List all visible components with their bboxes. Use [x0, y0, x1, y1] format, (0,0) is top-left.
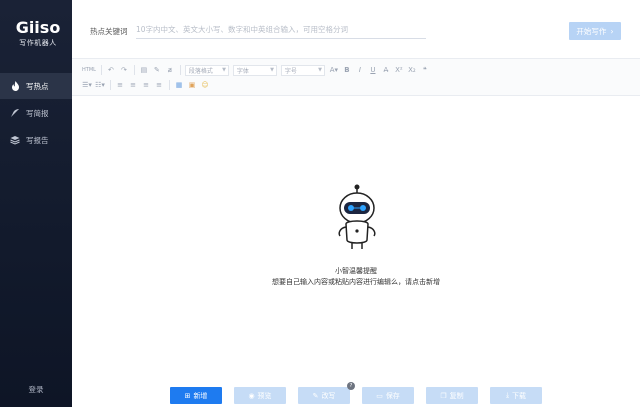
align-right-icon[interactable]: ≡ — [141, 79, 151, 91]
sidebar: Giiso 写作机器人 写热点 写简报 写报告 登录 — [0, 0, 72, 407]
align-center-icon[interactable]: ≡ — [128, 79, 138, 91]
logo-subtitle: 写作机器人 — [19, 39, 57, 47]
font-color-icon[interactable]: A▾ — [329, 64, 339, 76]
feather-icon — [10, 108, 20, 118]
dropdown-arrow-icon: ▼ — [270, 67, 274, 73]
download-icon: ⤓ — [505, 391, 510, 399]
dropdown-arrow-icon: ▼ — [318, 67, 322, 73]
save-icon: ▭ — [376, 391, 383, 400]
underline-icon[interactable]: U — [368, 64, 378, 76]
new-button[interactable]: ⊞ 新增 — [170, 387, 222, 404]
empty-state-title: 小智温馨提醒 — [335, 267, 377, 275]
rewrite-button-label: 改写 — [321, 391, 336, 400]
layers-icon — [10, 135, 20, 145]
copy-button[interactable]: ❐ 复制 — [426, 387, 478, 404]
toolbar-divider — [169, 80, 170, 90]
logo-text: Giiso — [15, 18, 61, 37]
toolbar-divider — [110, 80, 111, 90]
bold-icon[interactable]: B — [342, 64, 352, 76]
paragraph-format-value: 段落格式 — [188, 67, 213, 75]
font-family-select[interactable]: 字体 ▼ — [232, 64, 277, 76]
paste-icon[interactable]: ▤ — [139, 64, 149, 76]
eye-icon: ◉ — [248, 391, 255, 400]
flame-icon — [10, 81, 20, 91]
empty-state-message: 想要自己输入内容或粘贴内容进行编辑么，请点击新增 — [272, 278, 440, 286]
dropdown-arrow-icon: ▼ — [222, 67, 226, 73]
redo-icon[interactable]: ↷ — [119, 64, 129, 76]
start-writing-label: 开始写作 — [576, 26, 607, 36]
sidebar-item-label: 写热点 — [26, 81, 49, 91]
logo[interactable]: Giiso 写作机器人 — [13, 18, 63, 48]
paragraph-format-select[interactable]: 段落格式 ▼ — [184, 64, 229, 76]
rewrite-button[interactable]: ✎ 改写 — [298, 387, 350, 404]
toolbar-row-1: HTML ↶ ↷ ▤ ✎ ⱥ 段落格式 ▼ 字体 ▼ 字号 ▼ A▾ B I U… — [82, 63, 433, 77]
start-writing-button[interactable]: 开始写作 › — [569, 22, 621, 40]
sidebar-item-hot-topics[interactable]: 写热点 — [0, 73, 72, 99]
save-button-label: 保存 — [385, 391, 400, 400]
keyword-input[interactable] — [136, 21, 426, 39]
strikethrough-icon[interactable]: A̶ — [381, 64, 391, 76]
html-source-button[interactable]: HTML — [82, 64, 96, 76]
ordered-list-icon[interactable]: ☰▾ — [82, 79, 92, 91]
new-button-label: 新增 — [193, 391, 208, 400]
undo-icon[interactable]: ↶ — [106, 64, 116, 76]
sidebar-item-report[interactable]: 写报告 — [0, 127, 72, 153]
font-size-value: 字号 — [284, 67, 297, 75]
preview-button-label: 预览 — [257, 391, 272, 400]
table-icon[interactable]: ▦ — [174, 79, 184, 91]
chevron-right-icon: › — [610, 26, 614, 36]
italic-icon[interactable]: I — [355, 64, 365, 76]
preview-button[interactable]: ◉ 预览 — [234, 387, 286, 404]
font-family-value: 字体 — [236, 67, 249, 75]
plus-square-icon: ⊞ — [184, 391, 191, 400]
superscript-icon[interactable]: X² — [394, 64, 404, 76]
sidebar-item-label: 写报告 — [26, 135, 49, 145]
save-button[interactable]: ▭ 保存 — [362, 387, 414, 404]
action-bar: ⊞ 新增 ◉ 预览 ✎ 改写 ? ▭ 保存 ❐ 复制 ⤓ 下载 — [72, 382, 640, 407]
download-button[interactable]: ⤓ 下载 — [490, 387, 542, 404]
toolbar-row-2: ☰▾ ☷▾ ≡ ≡ ≡ ≡ ▦ ▣ ☺ — [82, 78, 213, 92]
unordered-list-icon[interactable]: ☷▾ — [95, 79, 105, 91]
toolbar-divider — [133, 65, 135, 75]
editor-area[interactable]: 小智温馨提醒 想要自己输入内容或粘贴内容进行编辑么，请点击新增 — [72, 96, 640, 376]
subscript-icon[interactable]: X₂ — [407, 64, 417, 76]
robot-mascot-icon — [332, 184, 382, 252]
quote-icon[interactable]: ❝ — [420, 64, 430, 76]
toolbar-divider — [100, 65, 102, 75]
format-brush-icon[interactable]: ✎ — [152, 64, 162, 76]
toolbar-divider — [179, 65, 181, 75]
font-size-select[interactable]: 字号 ▼ — [280, 64, 325, 76]
copy-button-label: 复制 — [449, 391, 464, 400]
editor-toolbar: HTML ↶ ↷ ▤ ✎ ⱥ 段落格式 ▼ 字体 ▼ 字号 ▼ A▾ B I U… — [72, 58, 640, 96]
topbar: 热点关键词 开始写作 › — [72, 0, 640, 58]
sidebar-item-label: 写简报 — [26, 108, 49, 118]
image-icon[interactable]: ▣ — [187, 79, 197, 91]
edit-icon: ✎ — [312, 391, 319, 400]
clear-format-icon[interactable]: ⱥ — [165, 64, 175, 76]
download-button-label: 下载 — [512, 391, 527, 400]
keyword-label: 热点关键词 — [90, 27, 128, 36]
login-link[interactable]: 登录 — [0, 384, 72, 395]
sidebar-item-briefing[interactable]: 写简报 — [0, 100, 72, 126]
align-left-icon[interactable]: ≡ — [115, 79, 125, 91]
align-justify-icon[interactable]: ≡ — [154, 79, 164, 91]
copy-icon: ❐ — [440, 391, 447, 400]
help-badge[interactable]: ? — [347, 382, 355, 390]
emoji-icon[interactable]: ☺ — [200, 79, 210, 91]
